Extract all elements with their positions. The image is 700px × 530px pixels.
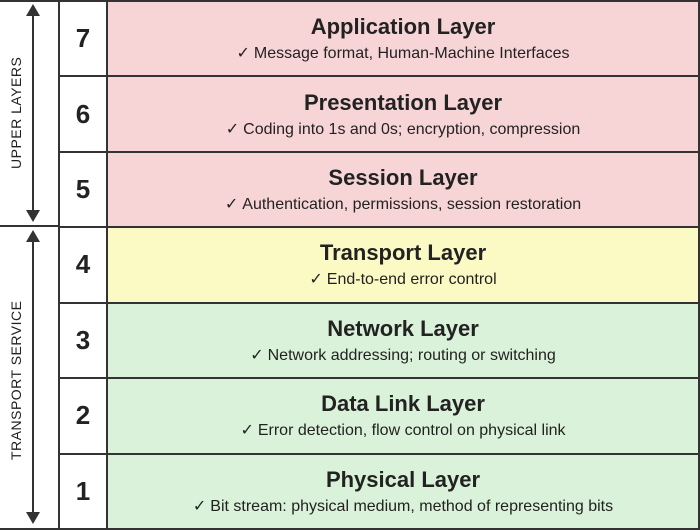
layer-desc: ✓Network addressing; routing or switchin… bbox=[250, 345, 556, 365]
application-layer: Application Layer ✓Message format, Human… bbox=[106, 0, 700, 75]
check-icon: ✓ bbox=[240, 422, 253, 439]
layer-title: Physical Layer bbox=[326, 467, 480, 493]
check-icon: ✓ bbox=[250, 347, 263, 364]
check-icon: ✓ bbox=[236, 45, 249, 62]
check-icon: ✓ bbox=[309, 271, 322, 288]
layer-title: Presentation Layer bbox=[304, 90, 502, 116]
upper-layers-label: UPPER LAYERS bbox=[8, 40, 24, 185]
layer-number: 3 bbox=[60, 302, 106, 377]
layer-desc: ✓Authentication, permissions, session re… bbox=[225, 194, 581, 214]
check-icon: ✓ bbox=[193, 498, 206, 515]
session-layer: Session Layer ✓Authentication, permissio… bbox=[106, 151, 700, 226]
layer-number: 7 bbox=[60, 0, 106, 75]
arrow-down-icon bbox=[26, 512, 40, 524]
transport-layer: Transport Layer ✓End-to-end error contro… bbox=[106, 226, 700, 301]
layer-number: 6 bbox=[60, 75, 106, 150]
layer-title: Transport Layer bbox=[320, 240, 486, 266]
group-rail: UPPER LAYERS TRANSPORT SERVICE bbox=[0, 0, 60, 530]
layer-title: Application Layer bbox=[311, 14, 496, 40]
layer-number: 2 bbox=[60, 377, 106, 452]
layer-desc: ✓End-to-end error control bbox=[309, 269, 496, 289]
check-icon: ✓ bbox=[225, 196, 238, 213]
physical-layer: Physical Layer ✓Bit stream: physical med… bbox=[106, 453, 700, 530]
layer-desc: ✓Error detection, flow control on physic… bbox=[240, 420, 565, 440]
layer-desc: ✓Bit stream: physical medium, method of … bbox=[193, 496, 613, 516]
check-icon: ✓ bbox=[226, 121, 239, 138]
layers-column: Application Layer ✓Message format, Human… bbox=[106, 0, 700, 530]
layer-desc: ✓Message format, Human-Machine Interface… bbox=[236, 43, 569, 63]
arrow-down-icon bbox=[26, 210, 40, 222]
data-link-layer: Data Link Layer ✓Error detection, flow c… bbox=[106, 377, 700, 452]
layer-title: Network Layer bbox=[327, 316, 479, 342]
transport-service-label: TRANSPORT SERVICE bbox=[8, 270, 24, 490]
network-layer: Network Layer ✓Network addressing; routi… bbox=[106, 302, 700, 377]
layer-number: 4 bbox=[60, 226, 106, 301]
layer-numbers-column: 7 6 5 4 3 2 1 bbox=[60, 0, 106, 530]
layer-desc: ✓Coding into 1s and 0s; encryption, comp… bbox=[226, 119, 580, 139]
presentation-layer: Presentation Layer ✓Coding into 1s and 0… bbox=[106, 75, 700, 150]
layer-title: Session Layer bbox=[328, 165, 477, 191]
layer-number: 1 bbox=[60, 453, 106, 530]
layer-title: Data Link Layer bbox=[321, 391, 485, 417]
osi-diagram: UPPER LAYERS TRANSPORT SERVICE 7 6 5 4 3… bbox=[0, 0, 700, 530]
layer-number: 5 bbox=[60, 151, 106, 226]
